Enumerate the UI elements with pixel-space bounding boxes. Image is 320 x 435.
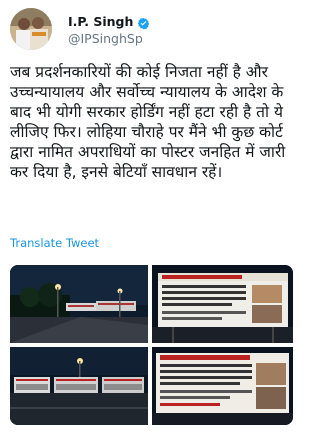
avatar[interactable] (10, 8, 52, 50)
author-name-row[interactable]: I.P. Singh (68, 14, 150, 30)
photo-hoarding-closeup[interactable] (152, 265, 293, 343)
tweet-text: जब प्रदर्शनकारियों की कोई निजता नहीं है … (10, 63, 286, 181)
photo-hoardings-row-night[interactable] (10, 347, 148, 425)
media-grid (10, 265, 293, 425)
photo-hoarding-closeup-2[interactable] (152, 347, 293, 425)
author-handle[interactable]: @IPSinghSp (68, 31, 143, 46)
translate-tweet-link[interactable]: Translate Tweet (10, 236, 99, 250)
author-display-name[interactable]: I.P. Singh (68, 14, 133, 29)
photo-street-hoardings-night[interactable] (10, 265, 148, 343)
tweet-header: I.P. Singh @IPSinghSp (10, 8, 290, 50)
verified-badge-icon (137, 15, 150, 30)
avatar-photo (10, 8, 52, 50)
